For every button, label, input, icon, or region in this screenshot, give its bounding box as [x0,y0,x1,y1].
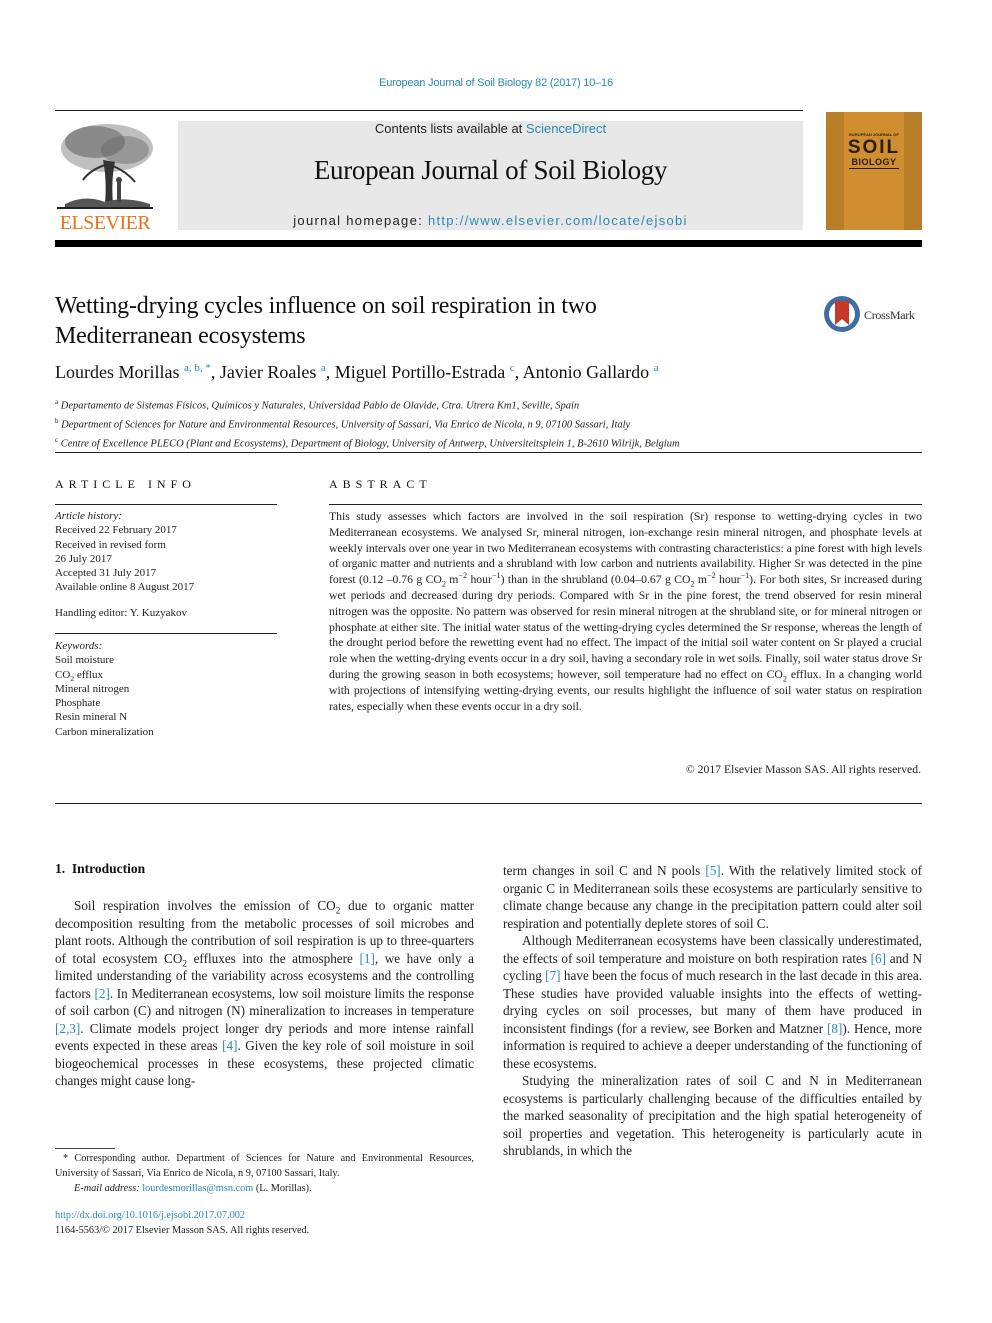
cover-underline [849,168,899,169]
elsevier-wordmark: ELSEVIER [59,212,151,234]
author-name[interactable]: Antonio Gallardo [523,362,649,382]
cover-title-biology: BIOLOGY [851,157,897,167]
paragraph: Studying the mineralization rates of soi… [503,1073,922,1158]
doi-link[interactable]: http://dx.doi.org/10.1016/j.ejsobi.2017.… [55,1210,245,1221]
email-link[interactable]: lourdesmorillas@msn.com [142,1183,253,1194]
citation-link[interactable]: [8] [827,1021,842,1036]
author-name[interactable]: Javier Roales [220,362,316,382]
author-affiliation-marker[interactable]: a, b, * [184,362,211,374]
citation-link[interactable]: [1] [359,951,374,966]
paragraph: Although Mediterranean ecosystems have b… [503,933,922,1071]
abstract-copyright: © 2017 Elsevier Masson SAS. All rights r… [685,763,921,776]
citation-link[interactable]: [6] [871,951,886,966]
abstract-heading: ABSTRACT [329,477,432,491]
citation-link[interactable]: [5] [705,863,720,878]
keyword-item[interactable]: Phosphate [55,696,280,710]
elsevier-logo[interactable]: ELSEVIER [55,120,155,234]
journal-masthead: Contents lists available at ScienceDirec… [178,121,803,230]
citation-link[interactable]: [2] [94,986,109,1001]
title-line: Mediterranean ecosystems [55,323,306,349]
keyword-item[interactable]: Carbon mineralization [55,725,280,739]
history-item: Received 22 February 2017 [55,524,177,537]
keywords-label: Keywords: [55,640,103,652]
contents-line: Contents lists available at ScienceDirec… [178,121,803,136]
cover-band [844,112,904,230]
header-divider [55,240,922,247]
corresponding-author-note: * Corresponding author. Department of Sc… [55,1153,474,1179]
affiliations: a Departamento de Sistemas Físicos, Quím… [55,395,915,452]
journal-cover-image[interactable]: EUROPEAN JOURNAL OF SOIL BIOLOGY [826,112,922,230]
journal-homepage-link[interactable]: http://www.elsevier.com/locate/ejsobi [428,213,688,228]
paragraph: Soil respiration involves the emission o… [55,898,475,1088]
author-list: Lourdes Morillas a, b, *, Javier Roales … [55,362,659,382]
keywords: Keywords: Soil moisture CO2 efflux Miner… [55,639,280,739]
abstract-text: This study assesses which factors are in… [329,510,922,713]
citation-link[interactable]: [7] [545,968,560,983]
crossmark-button[interactable]: CrossMark [824,296,924,336]
affiliation-item: a Departamento de Sistemas Físicos, Quím… [55,398,580,412]
affiliation-item: c Centre of Excellence PLECO (Plant and … [55,436,680,450]
history-item: Available online 8 August 2017 [55,581,195,594]
cover-stripe [904,112,922,230]
author-name[interactable]: Miguel Portillo-Estrada [335,362,505,382]
section-heading-introduction: 1. Introduction [55,861,146,876]
divider [55,633,277,634]
crossmark-icon [824,296,860,332]
keyword-item[interactable]: Resin mineral N [55,710,280,724]
citation-link[interactable]: [2,3] [55,1021,80,1036]
author-affiliation-marker[interactable]: a [654,362,659,374]
author-name[interactable]: Lourdes Morillas [55,362,179,382]
homepage-prefix: journal homepage: [293,213,428,228]
issn-copyright: 1164-5563/© 2017 Elsevier Masson SAS. Al… [55,1225,310,1236]
history-item: 26 July 2017 [55,552,112,565]
divider [329,504,922,505]
history-item: Received in revised form [55,538,166,551]
body-column-right: term changes in soil C and N pools [5]. … [503,862,922,1160]
title-line: Wetting-drying cycles influence on soil … [55,293,597,319]
history-label: Article history: [55,510,122,522]
body-column-left: Soil respiration involves the emission o… [55,897,474,1090]
crossmark-label: CrossMark [864,308,915,322]
divider [55,452,922,453]
article-info-heading: ARTICLE INFO [55,477,196,491]
handling-editor: Handling editor: Y. Kuzyakov [55,607,187,619]
sciencedirect-link[interactable]: ScienceDirect [526,121,606,136]
paragraph: term changes in soil C and N pools [5]. … [503,863,922,931]
cover-stripe [826,112,844,230]
elsevier-tree-icon [55,120,155,210]
keyword-item[interactable]: Soil moisture [55,653,280,667]
footnote: * Corresponding author. Department of Sc… [55,1151,474,1196]
contents-prefix: Contents lists available at [374,121,526,136]
journal-name[interactable]: European Journal of Soil Biology [178,155,803,186]
divider [55,803,922,804]
cover-title-soil: SOIL [847,137,901,158]
keyword-item[interactable]: CO2 efflux [55,668,280,683]
keyword-item[interactable]: Mineral nitrogen [55,682,280,696]
homepage-line: journal homepage: http://www.elsevier.co… [178,213,803,228]
divider [55,504,277,505]
email-line: E-mail address: lourdesmorillas@msn.com … [74,1183,312,1194]
history-item: Accepted 31 July 2017 [55,567,157,580]
article-title: Wetting-drying cycles influence on soil … [55,291,795,351]
article-history: Article history: Received 22 February 20… [55,509,280,595]
running-head[interactable]: European Journal of Soil Biology 82 (201… [0,77,992,89]
affiliation-item: b Department of Sciences for Nature and … [55,417,631,431]
footnote-divider [55,1148,115,1149]
divider [55,110,803,111]
citation-link[interactable]: [4] [222,1038,237,1053]
